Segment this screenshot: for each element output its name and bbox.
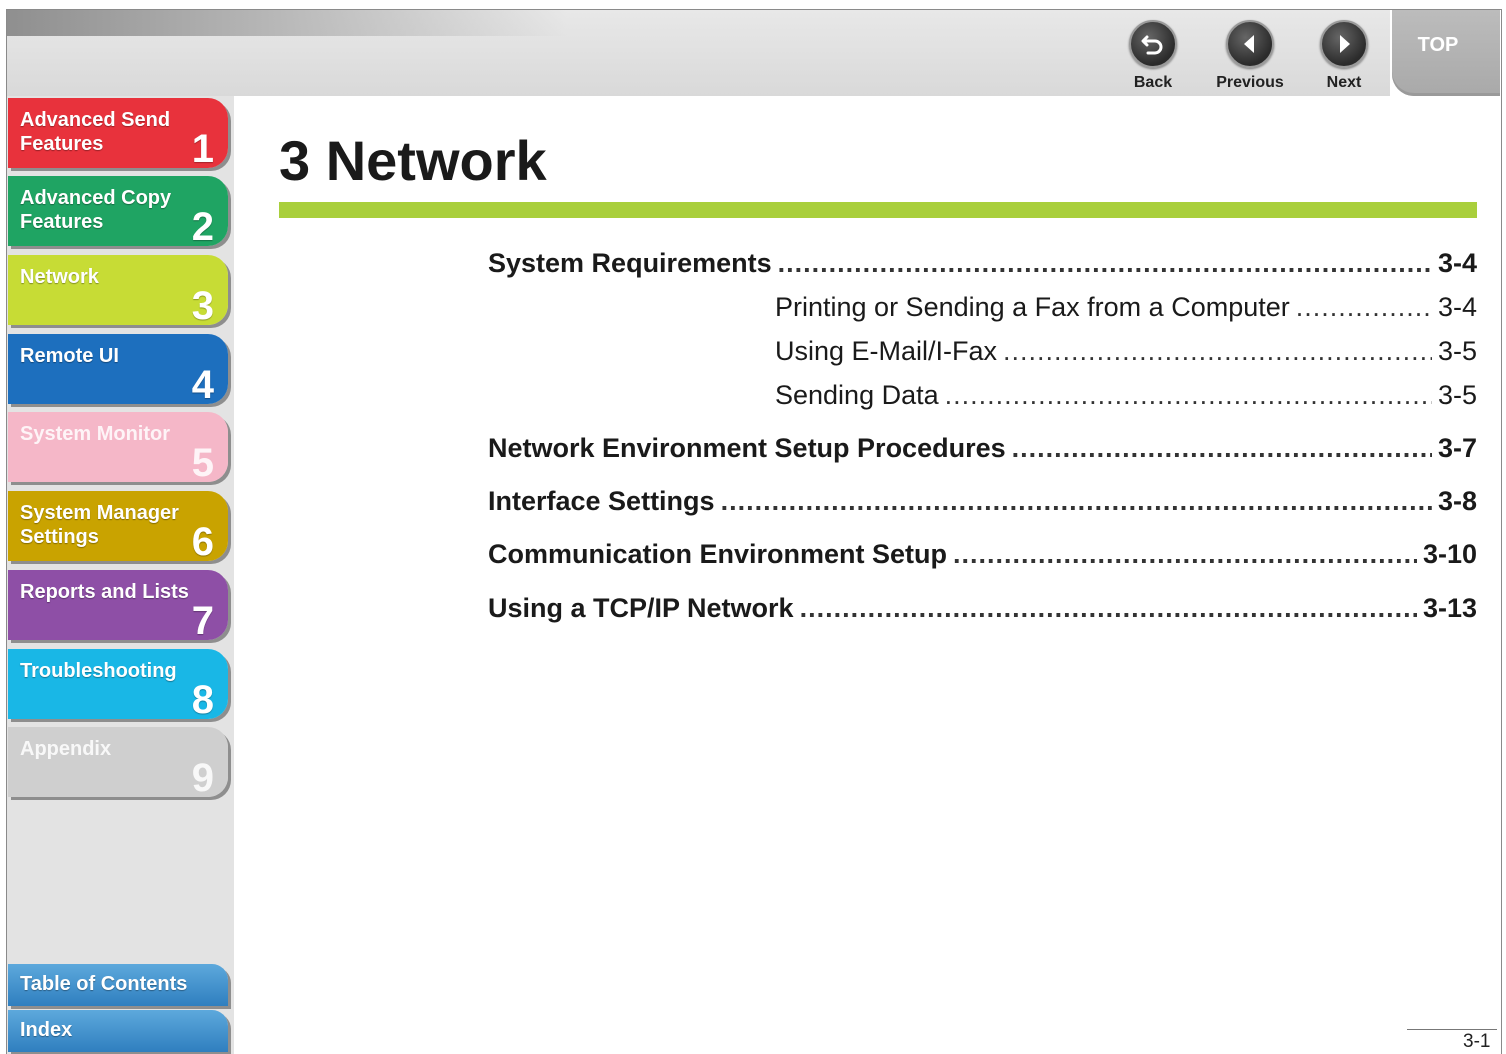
toc-leader: ........................................…	[944, 380, 1432, 410]
back-label: Back	[1133, 74, 1173, 91]
previous-label: Previous	[1216, 74, 1284, 91]
tab-number: 9	[191, 756, 214, 797]
footer-rule	[1407, 1029, 1497, 1030]
toc-entry-page: 3-4	[1437, 292, 1477, 322]
back-button[interactable]: Back	[1108, 20, 1198, 92]
tab-label: Network	[20, 266, 99, 288]
toc-entry-title: Interface Settings	[488, 486, 715, 516]
tab-label: Reports and Lists	[20, 581, 189, 603]
toc-entry-page: 3-5	[1437, 380, 1477, 410]
toc-entry-title: Sending Data	[775, 380, 939, 410]
sidebar-tab-appendix[interactable]: Appendix 9	[8, 727, 228, 797]
tab-number: 5	[191, 441, 214, 482]
tab-number: 7	[191, 599, 214, 640]
tab-label: Remote UI	[20, 345, 119, 367]
toc-entry-title: Communication Environment Setup	[488, 539, 948, 569]
tab-label: System Monitor	[20, 423, 171, 445]
tab-label: System Manager Settings	[20, 502, 179, 548]
sidebar-tab-troubleshooting[interactable]: Troubleshooting 8	[8, 649, 228, 719]
toc-entry[interactable]: Communication Environment Setup ........…	[488, 539, 1477, 570]
toc-entry[interactable]: Sending Data ...........................…	[775, 380, 1477, 411]
toc-entry[interactable]: Printing or Sending a Fax from a Compute…	[775, 292, 1477, 323]
index-button[interactable]: Index	[8, 1010, 228, 1052]
sidebar-tab-advanced-copy[interactable]: Advanced Copy Features 2	[8, 176, 228, 246]
toc-entry-title: Printing or Sending a Fax from a Compute…	[775, 292, 1290, 322]
toc-leader: ........................................…	[953, 539, 1417, 569]
tab-label: Appendix	[20, 738, 112, 760]
toc-leader: ........................................…	[1295, 292, 1432, 322]
sidebar-tab-reports-lists[interactable]: Reports and Lists 7	[8, 570, 228, 640]
tab-number: 4	[191, 363, 214, 404]
tab-number: 8	[191, 678, 214, 719]
toc-entry-page: 3-8	[1437, 486, 1477, 516]
toc-entry[interactable]: Network Environment Setup Procedures ...…	[488, 433, 1477, 464]
back-icon	[1129, 20, 1177, 68]
tab-label: Advanced Copy Features	[20, 187, 172, 233]
toc-entry-title: Using E-Mail/I-Fax	[775, 336, 998, 366]
toc-entry-page: 3-13	[1422, 593, 1477, 623]
tab-label: Advanced Send Features	[20, 109, 171, 155]
tab-label: Troubleshooting	[20, 660, 177, 682]
tab-number: 1	[191, 127, 214, 168]
toc-entry[interactable]: System Requirements ....................…	[488, 248, 1477, 279]
table-of-contents-label: Table of Contents	[20, 973, 188, 995]
toc-entry-page: 3-7	[1437, 433, 1477, 463]
toc-entry-page: 3-10	[1422, 539, 1477, 569]
toc-entry-title: Using a TCP/IP Network	[488, 593, 794, 623]
toc-entry[interactable]: Interface Settings .....................…	[488, 486, 1477, 517]
sidebar-tab-system-manager[interactable]: System Manager Settings 6	[8, 491, 228, 561]
sidebar-tab-system-monitor[interactable]: System Monitor 5	[8, 412, 228, 482]
title-rule	[279, 202, 1477, 218]
toc-entry-page: 3-5	[1437, 336, 1477, 366]
table-of-contents-button[interactable]: Table of Contents	[8, 964, 228, 1006]
tab-number: 2	[191, 205, 214, 246]
next-label: Next	[1326, 74, 1362, 91]
top-button[interactable]: TOP	[1392, 10, 1500, 96]
toc-leader: ........................................…	[799, 593, 1417, 623]
toc-leader: ........................................…	[1011, 433, 1432, 463]
previous-icon	[1226, 20, 1274, 68]
toc-entry[interactable]: Using E-Mail/I-Fax .....................…	[775, 336, 1477, 367]
toc-leader: ........................................…	[1003, 336, 1432, 366]
toc-leader: ........................................…	[777, 248, 1432, 278]
index-label: Index	[20, 1019, 73, 1041]
sidebar-tab-remote-ui[interactable]: Remote UI 4	[8, 334, 228, 404]
sidebar-tab-network[interactable]: Network 3	[8, 255, 228, 325]
tab-number: 3	[191, 284, 214, 325]
toolbar-stripe	[7, 10, 567, 36]
toc-entry-title: System Requirements	[488, 248, 772, 278]
sidebar-tab-advanced-send[interactable]: Advanced Send Features 1	[8, 98, 228, 168]
page-number: 3-1	[1463, 1031, 1491, 1052]
next-button[interactable]: Next	[1299, 20, 1389, 92]
page-title: 3 Network	[279, 129, 547, 192]
toc-entry[interactable]: Using a TCP/IP Network .................…	[488, 593, 1477, 624]
toc-leader: ........................................…	[720, 486, 1432, 516]
next-icon	[1320, 20, 1368, 68]
toc-entry-page: 3-4	[1437, 248, 1477, 278]
previous-button[interactable]: Previous	[1205, 20, 1295, 92]
toc-entry-title: Network Environment Setup Procedures	[488, 433, 1006, 463]
tab-number: 6	[191, 520, 214, 561]
top-label: TOP	[1417, 34, 1459, 56]
